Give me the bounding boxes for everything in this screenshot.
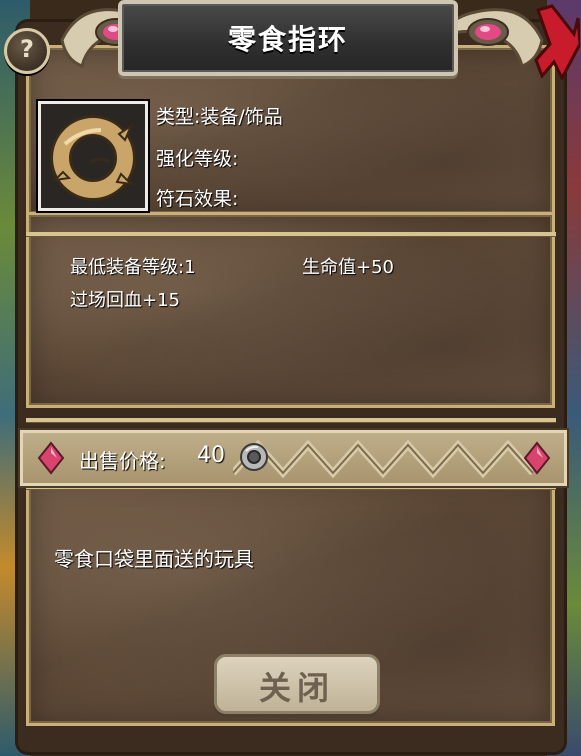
close-x-icon[interactable] [532,4,580,80]
section-divider [26,418,556,422]
help-icon: ? [20,35,34,63]
price-label: 出售价格: [79,449,166,473]
ring-icon [50,115,136,201]
help-button[interactable]: ? [4,28,50,74]
stat-min-level: 最低装备等级:1 [70,257,196,278]
price-value: 40 [197,443,225,468]
chevron-pattern-icon [233,439,533,479]
section-divider [26,232,556,236]
close-button[interactable]: 关闭 [214,654,380,714]
rune-effect: 符石效果: [156,188,239,210]
dialog-title: 零食指环 [227,23,348,56]
gem-left-icon [37,441,65,475]
close-button-label: 关闭 [258,669,335,707]
gem-right-icon [523,441,551,475]
stat-hp: 生命值+50 [302,257,394,278]
title-plaque: 零食指环 [118,0,458,76]
item-slot [38,101,148,211]
item-description: 零食口袋里面送的玩具 [54,547,254,571]
item-type: 类型:装备/饰品 [156,106,283,128]
enhance-level: 强化等级: [156,148,239,170]
stat-regen: 过场回血+15 [70,290,180,311]
coin-icon [240,443,268,471]
price-bar: 出售价格: 40 [20,430,567,486]
